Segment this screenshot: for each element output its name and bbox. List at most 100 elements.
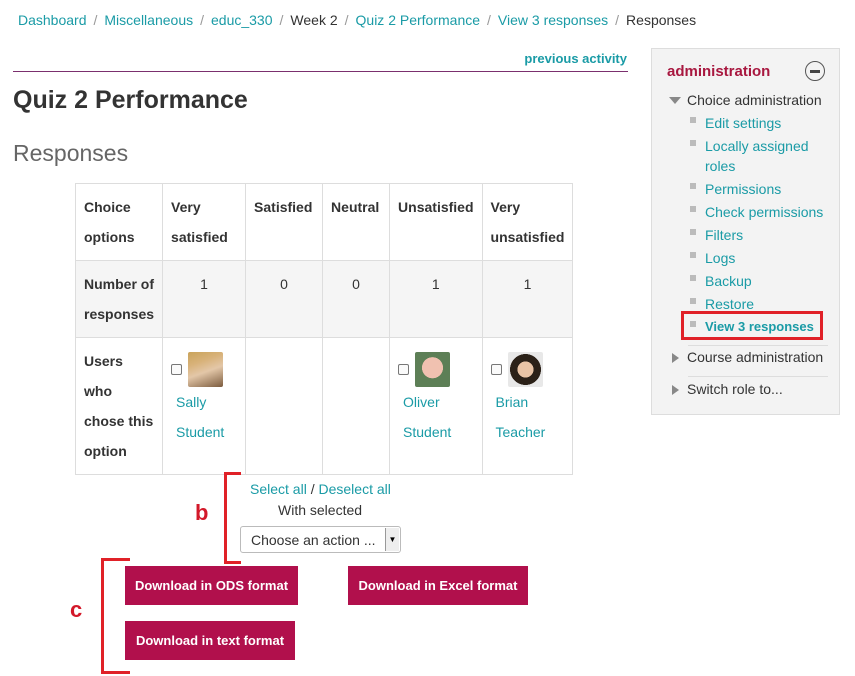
user-cell [322, 337, 391, 475]
annotation-bracket-b [224, 472, 241, 564]
expanded-arrow-icon[interactable] [669, 97, 681, 104]
course-administration-node[interactable]: Course administration [687, 349, 823, 365]
user-link[interactable]: Brian Teacher [496, 387, 565, 447]
user-checkbox[interactable] [490, 364, 502, 375]
breadcrumb-week: Week 2 [290, 12, 338, 28]
count-cell: 1 [389, 260, 483, 338]
administration-title: administration [667, 63, 771, 80]
user-first-name[interactable]: Oliver [403, 394, 440, 410]
page-title: Quiz 2 Performance [13, 86, 248, 114]
header-cell: Unsatisfied [389, 183, 483, 261]
user-last-name[interactable]: Student [403, 424, 451, 440]
bullet-icon [690, 252, 696, 258]
user-entry [490, 352, 565, 387]
annotation-box-a [681, 311, 823, 340]
with-selected-label: With selected [278, 502, 363, 518]
download-excel-button[interactable]: Download in Excel format [348, 566, 528, 605]
previous-activity-link[interactable]: previous activity [524, 51, 627, 66]
table-row: Number of responses 1 0 0 1 1 [74, 260, 574, 338]
download-ods-button[interactable]: Download in ODS format [125, 566, 298, 605]
deselect-all-link[interactable]: Deselect all [318, 481, 390, 497]
bullet-icon [690, 206, 696, 212]
administration-block: administration Choice administration Edi… [651, 48, 840, 415]
switch-role-node[interactable]: Switch role to... [687, 381, 783, 397]
count-cell: 1 [481, 260, 574, 338]
admin-item-permissions[interactable]: Permissions [705, 179, 781, 199]
bullet-icon [690, 229, 696, 235]
chevron-down-icon[interactable]: ▼ [385, 528, 399, 551]
breadcrumb-separator: / [200, 12, 204, 28]
page-subtitle: Responses [13, 140, 129, 166]
count-cell: 1 [162, 260, 247, 338]
count-cell: 0 [245, 260, 324, 338]
header-cell: Choice options [74, 183, 164, 261]
action-select[interactable]: Choose an action ... ▼ [240, 526, 401, 553]
breadcrumb: Dashboard / Miscellaneous / educ_330 / Week 2 /… [18, 12, 696, 28]
collapsed-arrow-icon[interactable] [672, 353, 679, 363]
header-cell: Neutral [322, 183, 391, 261]
header-cell: Satisfied [245, 183, 324, 261]
avatar[interactable] [188, 352, 224, 387]
table-row: Users who chose this option Sally Student… [74, 337, 574, 475]
bullet-icon [690, 183, 696, 189]
breadcrumb-current: Responses [626, 12, 697, 28]
user-last-name[interactable]: Teacher [496, 424, 546, 440]
breadcrumb-view-responses[interactable]: View 3 responses [498, 12, 608, 28]
user-cell: Brian Teacher [481, 337, 574, 475]
selection-separator: / [310, 481, 315, 497]
row-label: Users who chose this option [74, 337, 164, 475]
breadcrumb-separator: / [93, 12, 98, 28]
user-first-name[interactable]: Sally [176, 394, 206, 410]
admin-item-check-permissions[interactable]: Check permissions [705, 202, 823, 222]
bullet-icon [690, 140, 696, 146]
header-divider [13, 71, 628, 72]
collapse-icon[interactable] [805, 61, 825, 81]
avatar[interactable] [415, 352, 451, 387]
admin-item-logs[interactable]: Logs [705, 248, 735, 268]
bullet-icon [690, 275, 696, 281]
count-cell: 0 [322, 260, 391, 338]
user-first-name[interactable]: Brian [496, 394, 529, 410]
selection-links: Select all / Deselect all [250, 481, 391, 497]
header-cell: Very satisfied [162, 183, 247, 261]
admin-divider [688, 345, 828, 346]
select-all-link[interactable]: Select all [250, 481, 307, 497]
admin-item-backup[interactable]: Backup [705, 271, 752, 291]
breadcrumb-course[interactable]: educ_330 [211, 12, 273, 28]
bullet-icon [690, 117, 696, 123]
user-link[interactable]: Oliver Student [403, 387, 473, 447]
admin-item-locally-assigned-roles[interactable]: Locally assigned roles [705, 136, 825, 176]
breadcrumb-activity[interactable]: Quiz 2 Performance [356, 12, 481, 28]
avatar[interactable] [507, 352, 543, 387]
user-checkbox[interactable] [171, 364, 183, 375]
annotation-b: b [195, 500, 209, 525]
admin-item-filters[interactable]: Filters [705, 225, 743, 245]
user-link[interactable]: Sally Student [176, 387, 237, 447]
collapsed-arrow-icon[interactable] [672, 385, 679, 395]
responses-table: Choice options Very satisfied Satisfied … [74, 183, 574, 475]
breadcrumb-miscellaneous[interactable]: Miscellaneous [104, 12, 193, 28]
user-checkbox[interactable] [398, 364, 410, 375]
breadcrumb-dashboard[interactable]: Dashboard [18, 12, 87, 28]
breadcrumb-separator: / [615, 12, 620, 28]
annotation-c: c [70, 597, 83, 622]
annotation-bracket-c [101, 558, 130, 674]
admin-divider [688, 376, 828, 377]
breadcrumb-separator: / [344, 12, 349, 28]
user-cell: Oliver Student [389, 337, 483, 475]
admin-item-edit-settings[interactable]: Edit settings [705, 113, 781, 133]
user-entry [171, 352, 237, 387]
breadcrumb-separator: / [279, 12, 284, 28]
user-entry [398, 352, 473, 387]
bullet-icon [690, 298, 696, 304]
action-select-value: Choose an action ... [251, 532, 376, 548]
choice-administration-node[interactable]: Choice administration [687, 92, 822, 108]
user-cell: Sally Student [162, 337, 247, 475]
header-cell: Very unsatisfied [481, 183, 574, 261]
table-header-row: Choice options Very satisfied Satisfied … [74, 183, 574, 261]
breadcrumb-separator: / [487, 12, 491, 28]
download-text-button[interactable]: Download in text format [125, 621, 295, 660]
row-label: Number of responses [74, 260, 164, 338]
user-last-name[interactable]: Student [176, 424, 224, 440]
user-cell [245, 337, 324, 475]
